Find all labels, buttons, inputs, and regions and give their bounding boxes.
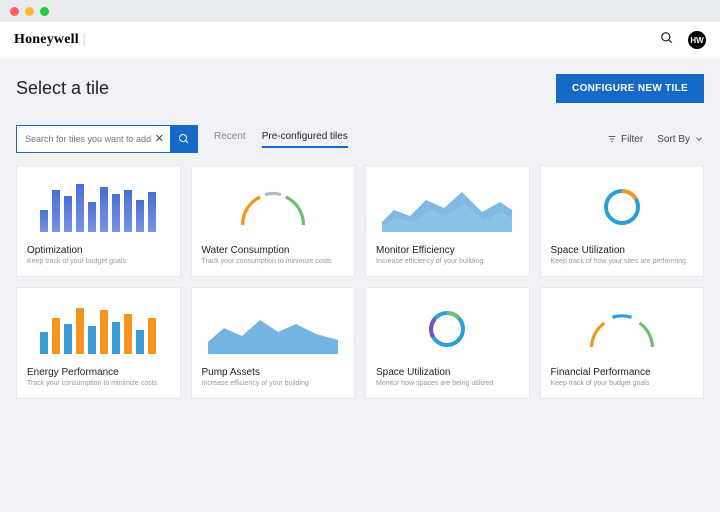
tile-subtitle: Track your consumption to minimize costs [202, 258, 345, 266]
gauge-chart-icon [582, 307, 662, 351]
avatar[interactable]: HW [688, 31, 706, 49]
donut-chart-icon [426, 308, 468, 350]
brand-logo: Honeywell| [14, 32, 86, 48]
filter-button[interactable]: Filter [607, 134, 643, 145]
tile-title: Optimization [27, 245, 170, 256]
tile-space-utilization[interactable]: Space Utilization Keep track of how your … [540, 165, 705, 277]
tile-title: Water Consumption [202, 245, 345, 256]
tile-subtitle: Keep track of how your sites are perform… [551, 258, 694, 266]
donut-chart-icon [601, 186, 643, 228]
search-input[interactable] [16, 125, 170, 153]
search-wrapper: ✕ [16, 125, 198, 153]
zoom-icon[interactable] [40, 7, 49, 16]
tile-subtitle: Keep track of your budget goals [551, 380, 694, 388]
tile-title: Energy Performance [27, 367, 170, 378]
tile-subtitle: Increase efficiency of your building [376, 258, 519, 266]
filter-icon [607, 134, 617, 144]
bar-chart-icon [40, 304, 156, 354]
tile-title: Financial Performance [551, 367, 694, 378]
window-traffic-lights [0, 0, 720, 22]
tile-subtitle: Increase efficiency of your building [202, 380, 345, 388]
page-title: Select a tile [16, 78, 109, 99]
minimize-icon[interactable] [25, 7, 34, 16]
configure-new-tile-button[interactable]: CONFIGURE NEW TILE [556, 74, 704, 103]
tile-title: Space Utilization [551, 245, 694, 256]
tile-financial-performance[interactable]: Financial Performance Keep track of your … [540, 287, 705, 399]
tile-optimization[interactable]: Optimization Keep track of your budget go… [16, 165, 181, 277]
clear-search-icon[interactable]: ✕ [155, 132, 164, 145]
tile-subtitle: Track your consumption to minimize costs [27, 380, 170, 388]
tile-title: Pump Assets [202, 367, 345, 378]
tile-water-consumption[interactable]: Water Consumption Track your consumption … [191, 165, 356, 277]
search-button[interactable] [170, 125, 198, 153]
tile-subtitle: Monitor how spaces are being utilized [376, 380, 519, 388]
tile-pump-assets[interactable]: Pump Assets Increase efficiency of your b… [191, 287, 356, 399]
gauge-chart-icon [233, 185, 313, 229]
global-search-icon[interactable] [660, 31, 674, 50]
area-chart-icon [382, 182, 512, 232]
top-bar: Honeywell| HW [0, 22, 720, 58]
tile-energy-performance[interactable]: Energy Performance Track your consumption… [16, 287, 181, 399]
area-chart-icon [208, 304, 338, 354]
sort-button[interactable]: Sort By [657, 134, 704, 145]
chevron-down-icon [694, 134, 704, 144]
tab-preconfigured[interactable]: Pre-configured tiles [262, 131, 348, 148]
tile-title: Monitor Efficiency [376, 245, 519, 256]
bar-chart-icon [40, 182, 156, 232]
tile-subtitle: Keep track of your budget goals [27, 258, 170, 266]
tile-title: Space Utilization [376, 367, 519, 378]
tab-recent[interactable]: Recent [214, 131, 246, 148]
tile-monitor-efficiency[interactable]: Monitor Efficiency Increase efficiency of… [365, 165, 530, 277]
tile-space-utilization-2[interactable]: Space Utilization Monitor how spaces are … [365, 287, 530, 399]
close-icon[interactable] [10, 7, 19, 16]
